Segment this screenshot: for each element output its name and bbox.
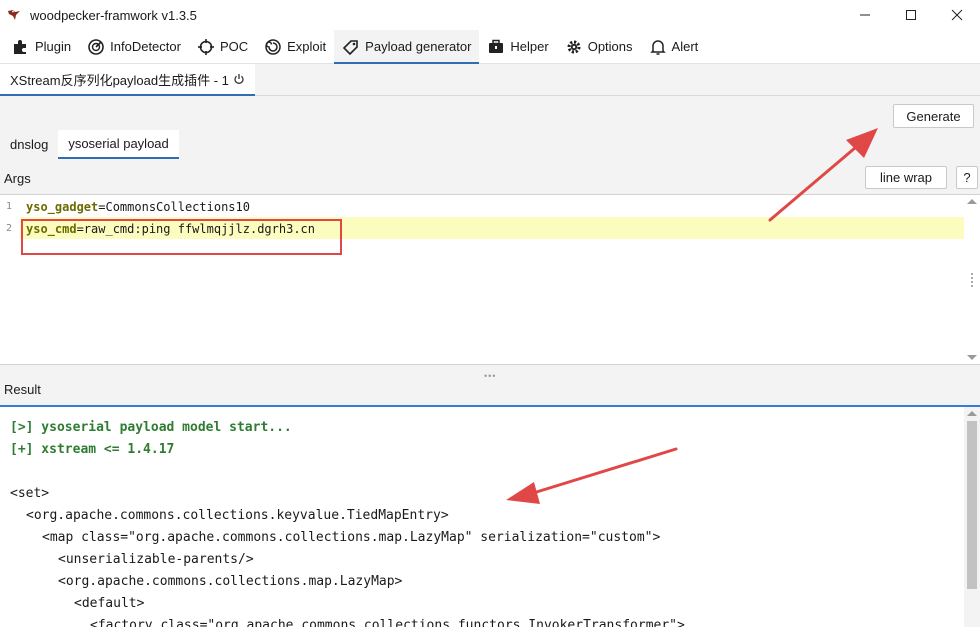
toolbar-poc[interactable]: POC xyxy=(189,30,256,63)
tag-icon xyxy=(343,39,358,55)
line-number-gutter xyxy=(0,195,20,364)
puzzle-icon xyxy=(14,39,26,54)
result-line: <org.apache.commons.collections.keyvalue… xyxy=(26,508,449,523)
result-line: <set> xyxy=(10,486,50,501)
arg-value: =CommonsCollections10 xyxy=(98,200,250,214)
tab-ysoserial-payload[interactable]: ysoserial payload xyxy=(58,130,179,159)
plugin-tab-label: XStream反序列化payload生成插件 - 1 xyxy=(10,72,229,88)
crosshair-icon xyxy=(197,38,214,55)
scroll-up-arrow-icon[interactable] xyxy=(967,411,977,416)
result-line: <map class="org.apache.commons.collectio… xyxy=(42,530,661,545)
main-toolbar: Plugin InfoDetector POC Exploit Payload … xyxy=(0,30,980,64)
scroll-thumb[interactable] xyxy=(967,421,977,589)
result-line: [+] xstream <= 1.4.17 xyxy=(10,442,175,457)
maximize-icon xyxy=(906,10,916,20)
result-scrollbar[interactable] xyxy=(964,407,980,627)
toolbar-plugin[interactable]: Plugin xyxy=(4,30,79,63)
minimize-button[interactable] xyxy=(842,0,888,30)
line-wrap-button[interactable]: line wrap xyxy=(865,166,947,189)
tab-dnslog[interactable]: dnslog xyxy=(0,130,58,159)
splitter-handle-icon[interactable]: ••• xyxy=(484,371,496,381)
line-number: 2 xyxy=(6,223,13,234)
gear-icon xyxy=(567,40,581,53)
window-title: woodpecker-framwork v1.3.5 xyxy=(30,7,197,23)
bell-icon xyxy=(649,39,666,55)
toolbar-exploit-label: Exploit xyxy=(287,39,327,54)
window-controls xyxy=(842,0,980,30)
arg-key: yso_gadget xyxy=(26,200,99,214)
scroll-down-arrow-icon[interactable] xyxy=(967,355,977,360)
scroll-up-arrow-icon[interactable] xyxy=(967,199,977,204)
toolbar-alert-label: Alert xyxy=(671,39,699,54)
spiral-icon xyxy=(265,38,281,55)
toolbar-poc-label: POC xyxy=(219,39,249,54)
close-button[interactable] xyxy=(934,0,980,30)
power-icon[interactable] xyxy=(233,73,245,85)
toolbar-plugin-label: Plugin xyxy=(35,39,72,54)
toolbar-options[interactable]: Options xyxy=(557,30,641,63)
result-line: <unserializable-parents/> xyxy=(58,552,254,567)
args-editor[interactable]: 1 2 yso_gadget=CommonsCollections10 yso_… xyxy=(0,194,980,365)
close-icon xyxy=(951,9,963,21)
result-line: [>] ysoserial payload model start... xyxy=(10,420,292,435)
line-number: 1 xyxy=(6,201,13,212)
toolbar-options-label: Options xyxy=(587,39,633,54)
result-output[interactable]: [>] ysoserial payload model start... [+] … xyxy=(0,405,980,627)
toolbar-exploit[interactable]: Exploit xyxy=(256,30,334,63)
minimize-icon xyxy=(860,14,870,16)
scroll-grip-icon[interactable] xyxy=(971,273,973,287)
toolbar-payload-generator-label: Payload generator xyxy=(365,39,472,54)
annotation-highlight-box xyxy=(21,219,342,255)
plugin-tab-bar: XStream反序列化payload生成插件 - 1 xyxy=(0,64,980,96)
plugin-tab-xstream[interactable]: XStream反序列化payload生成插件 - 1 xyxy=(0,64,255,96)
title-bar: woodpecker-framwork v1.3.5 xyxy=(0,0,980,30)
result-label: Result xyxy=(4,382,41,397)
toolbar-infodetector[interactable]: InfoDetector xyxy=(79,30,189,63)
result-line: <factory class="org.apache.commons.colle… xyxy=(90,618,685,627)
toolbar-payload-generator[interactable]: Payload generator xyxy=(334,30,480,64)
result-line: <default> xyxy=(74,596,145,611)
args-label: Args xyxy=(4,171,31,186)
toolbar-helper[interactable]: Helper xyxy=(479,30,556,63)
briefcase-icon xyxy=(489,39,504,53)
toolbar-helper-label: Helper xyxy=(510,39,549,54)
payload-generator-panel: Generate dnslog ysoserial payload Args l… xyxy=(0,96,980,627)
maximize-button[interactable] xyxy=(888,0,934,30)
toolbar-infodetector-label: InfoDetector xyxy=(110,39,181,54)
toolbar-alert[interactable]: Alert xyxy=(641,30,707,63)
radar-icon xyxy=(88,38,104,55)
args-scrollbar[interactable] xyxy=(964,195,980,364)
args-line: yso_gadget=CommonsCollections10 xyxy=(26,196,250,218)
help-button[interactable]: ? xyxy=(956,166,978,189)
generate-button[interactable]: Generate xyxy=(893,104,974,128)
sub-tab-bar: dnslog ysoserial payload xyxy=(0,130,179,159)
result-line: <org.apache.commons.collections.map.Lazy… xyxy=(58,574,403,589)
woodpecker-logo-icon xyxy=(8,10,20,20)
